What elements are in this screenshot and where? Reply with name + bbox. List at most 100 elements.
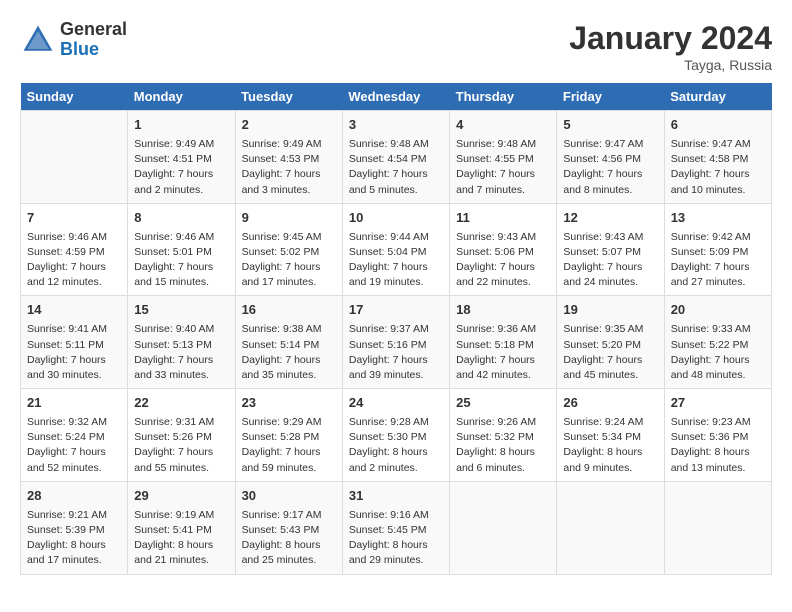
weekday-header-friday: Friday bbox=[557, 83, 664, 111]
day-number: 4 bbox=[456, 116, 550, 135]
day-number: 1 bbox=[134, 116, 228, 135]
calendar-cell: 2 Sunrise: 9:49 AMSunset: 4:53 PMDaylight… bbox=[235, 111, 342, 204]
weekday-header-sunday: Sunday bbox=[21, 83, 128, 111]
day-detail: Sunrise: 9:43 AMSunset: 5:07 PMDaylight:… bbox=[563, 230, 657, 291]
day-detail: Sunrise: 9:28 AMSunset: 5:30 PMDaylight:… bbox=[349, 415, 443, 476]
day-number: 3 bbox=[349, 116, 443, 135]
day-number: 23 bbox=[242, 394, 336, 413]
day-number: 21 bbox=[27, 394, 121, 413]
calendar-cell: 24 Sunrise: 9:28 AMSunset: 5:30 PMDayligh… bbox=[342, 389, 449, 482]
day-number: 13 bbox=[671, 209, 765, 228]
day-detail: Sunrise: 9:37 AMSunset: 5:16 PMDaylight:… bbox=[349, 322, 443, 383]
day-detail: Sunrise: 9:29 AMSunset: 5:28 PMDaylight:… bbox=[242, 415, 336, 476]
calendar-cell: 20Sunrise: 9:33 AMSunset: 5:22 PMDayligh… bbox=[664, 296, 771, 389]
day-number: 12 bbox=[563, 209, 657, 228]
day-number: 14 bbox=[27, 301, 121, 320]
day-number: 2 bbox=[242, 116, 336, 135]
location-label: Tayga, Russia bbox=[569, 57, 772, 73]
day-detail: Sunrise: 9:46 AMSunset: 4:59 PMDaylight:… bbox=[27, 230, 121, 291]
day-number: 11 bbox=[456, 209, 550, 228]
calendar-cell: 25Sunrise: 9:26 AMSunset: 5:32 PMDayligh… bbox=[450, 389, 557, 482]
day-number: 29 bbox=[134, 487, 228, 506]
day-number: 24 bbox=[349, 394, 443, 413]
logo-icon bbox=[20, 22, 56, 58]
weekday-header-thursday: Thursday bbox=[450, 83, 557, 111]
day-number: 19 bbox=[563, 301, 657, 320]
calendar-cell: 12 Sunrise: 9:43 AMSunset: 5:07 PMDayligh… bbox=[557, 203, 664, 296]
calendar-cell: 6Sunrise: 9:47 AMSunset: 4:58 PMDaylight… bbox=[664, 111, 771, 204]
calendar-cell: 31 Sunrise: 9:16 AMSunset: 5:45 PMDayligh… bbox=[342, 481, 449, 574]
weekday-header-monday: Monday bbox=[128, 83, 235, 111]
day-detail: Sunrise: 9:21 AMSunset: 5:39 PMDaylight:… bbox=[27, 508, 121, 569]
day-number: 10 bbox=[349, 209, 443, 228]
calendar-week-1: 1 Sunrise: 9:49 AMSunset: 4:51 PMDaylight… bbox=[21, 111, 772, 204]
calendar-cell: 13 Sunrise: 9:42 AMSunset: 5:09 PMDayligh… bbox=[664, 203, 771, 296]
day-detail: Sunrise: 9:49 AMSunset: 4:53 PMDaylight:… bbox=[242, 137, 336, 198]
day-number: 16 bbox=[242, 301, 336, 320]
day-number: 20 bbox=[671, 301, 765, 320]
day-number: 18 bbox=[456, 301, 550, 320]
calendar-cell: 22Sunrise: 9:31 AMSunset: 5:26 PMDayligh… bbox=[128, 389, 235, 482]
day-detail: Sunrise: 9:36 AMSunset: 5:18 PMDaylight:… bbox=[456, 322, 550, 383]
title-block: January 2024 Tayga, Russia bbox=[569, 20, 772, 73]
calendar-body: 1 Sunrise: 9:49 AMSunset: 4:51 PMDaylight… bbox=[21, 111, 772, 575]
calendar-week-3: 14 Sunrise: 9:41 AMSunset: 5:11 PMDayligh… bbox=[21, 296, 772, 389]
day-detail: Sunrise: 9:41 AMSunset: 5:11 PMDaylight:… bbox=[27, 322, 121, 383]
calendar-cell: 19Sunrise: 9:35 AMSunset: 5:20 PMDayligh… bbox=[557, 296, 664, 389]
day-number: 25 bbox=[456, 394, 550, 413]
day-number: 6 bbox=[671, 116, 765, 135]
day-detail: Sunrise: 9:47 AMSunset: 4:56 PMDaylight:… bbox=[563, 137, 657, 198]
calendar-cell bbox=[21, 111, 128, 204]
calendar-cell: 21Sunrise: 9:32 AMSunset: 5:24 PMDayligh… bbox=[21, 389, 128, 482]
day-number: 15 bbox=[134, 301, 228, 320]
day-number: 28 bbox=[27, 487, 121, 506]
calendar-week-5: 28 Sunrise: 9:21 AMSunset: 5:39 PMDayligh… bbox=[21, 481, 772, 574]
calendar-cell: 9Sunrise: 9:45 AMSunset: 5:02 PMDaylight… bbox=[235, 203, 342, 296]
day-number: 7 bbox=[27, 209, 121, 228]
calendar-cell: 28 Sunrise: 9:21 AMSunset: 5:39 PMDayligh… bbox=[21, 481, 128, 574]
day-detail: Sunrise: 9:40 AMSunset: 5:13 PMDaylight:… bbox=[134, 322, 228, 383]
day-detail: Sunrise: 9:17 AMSunset: 5:43 PMDaylight:… bbox=[242, 508, 336, 569]
calendar-week-2: 7 Sunrise: 9:46 AMSunset: 4:59 PMDaylight… bbox=[21, 203, 772, 296]
day-detail: Sunrise: 9:48 AMSunset: 4:54 PMDaylight:… bbox=[349, 137, 443, 198]
day-detail: Sunrise: 9:49 AMSunset: 4:51 PMDaylight:… bbox=[134, 137, 228, 198]
calendar-cell: 10 Sunrise: 9:44 AMSunset: 5:04 PMDayligh… bbox=[342, 203, 449, 296]
day-detail: Sunrise: 9:44 AMSunset: 5:04 PMDaylight:… bbox=[349, 230, 443, 291]
calendar-cell: 30 Sunrise: 9:17 AMSunset: 5:43 PMDayligh… bbox=[235, 481, 342, 574]
calendar-header: SundayMondayTuesdayWednesdayThursdayFrid… bbox=[21, 83, 772, 111]
day-number: 9 bbox=[242, 209, 336, 228]
day-detail: Sunrise: 9:23 AMSunset: 5:36 PMDaylight:… bbox=[671, 415, 765, 476]
calendar-cell bbox=[450, 481, 557, 574]
calendar-cell: 27Sunrise: 9:23 AMSunset: 5:36 PMDayligh… bbox=[664, 389, 771, 482]
weekday-header-saturday: Saturday bbox=[664, 83, 771, 111]
calendar-cell: 14 Sunrise: 9:41 AMSunset: 5:11 PMDayligh… bbox=[21, 296, 128, 389]
calendar-table: SundayMondayTuesdayWednesdayThursdayFrid… bbox=[20, 83, 772, 575]
weekday-header-tuesday: Tuesday bbox=[235, 83, 342, 111]
day-number: 31 bbox=[349, 487, 443, 506]
logo-blue: Blue bbox=[60, 39, 99, 59]
calendar-cell: 4Sunrise: 9:48 AMSunset: 4:55 PMDaylight… bbox=[450, 111, 557, 204]
calendar-cell: 5 Sunrise: 9:47 AMSunset: 4:56 PMDaylight… bbox=[557, 111, 664, 204]
calendar-cell: 11 Sunrise: 9:43 AMSunset: 5:06 PMDayligh… bbox=[450, 203, 557, 296]
logo: General Blue bbox=[20, 20, 127, 60]
day-number: 26 bbox=[563, 394, 657, 413]
calendar-cell: 16 Sunrise: 9:38 AMSunset: 5:14 PMDayligh… bbox=[235, 296, 342, 389]
calendar-cell: 1 Sunrise: 9:49 AMSunset: 4:51 PMDaylight… bbox=[128, 111, 235, 204]
calendar-cell: 7 Sunrise: 9:46 AMSunset: 4:59 PMDaylight… bbox=[21, 203, 128, 296]
day-number: 30 bbox=[242, 487, 336, 506]
day-detail: Sunrise: 9:19 AMSunset: 5:41 PMDaylight:… bbox=[134, 508, 228, 569]
day-number: 8 bbox=[134, 209, 228, 228]
day-detail: Sunrise: 9:16 AMSunset: 5:45 PMDaylight:… bbox=[349, 508, 443, 569]
day-detail: Sunrise: 9:38 AMSunset: 5:14 PMDaylight:… bbox=[242, 322, 336, 383]
calendar-cell: 17Sunrise: 9:37 AMSunset: 5:16 PMDayligh… bbox=[342, 296, 449, 389]
calendar-cell: 26 Sunrise: 9:24 AMSunset: 5:34 PMDayligh… bbox=[557, 389, 664, 482]
calendar-cell: 15 Sunrise: 9:40 AMSunset: 5:13 PMDayligh… bbox=[128, 296, 235, 389]
logo-general: General bbox=[60, 19, 127, 39]
day-number: 5 bbox=[563, 116, 657, 135]
day-detail: Sunrise: 9:43 AMSunset: 5:06 PMDaylight:… bbox=[456, 230, 550, 291]
month-year-title: January 2024 bbox=[569, 20, 772, 57]
day-detail: Sunrise: 9:24 AMSunset: 5:34 PMDaylight:… bbox=[563, 415, 657, 476]
calendar-cell: 3 Sunrise: 9:48 AMSunset: 4:54 PMDaylight… bbox=[342, 111, 449, 204]
day-detail: Sunrise: 9:42 AMSunset: 5:09 PMDaylight:… bbox=[671, 230, 765, 291]
calendar-week-4: 21Sunrise: 9:32 AMSunset: 5:24 PMDayligh… bbox=[21, 389, 772, 482]
